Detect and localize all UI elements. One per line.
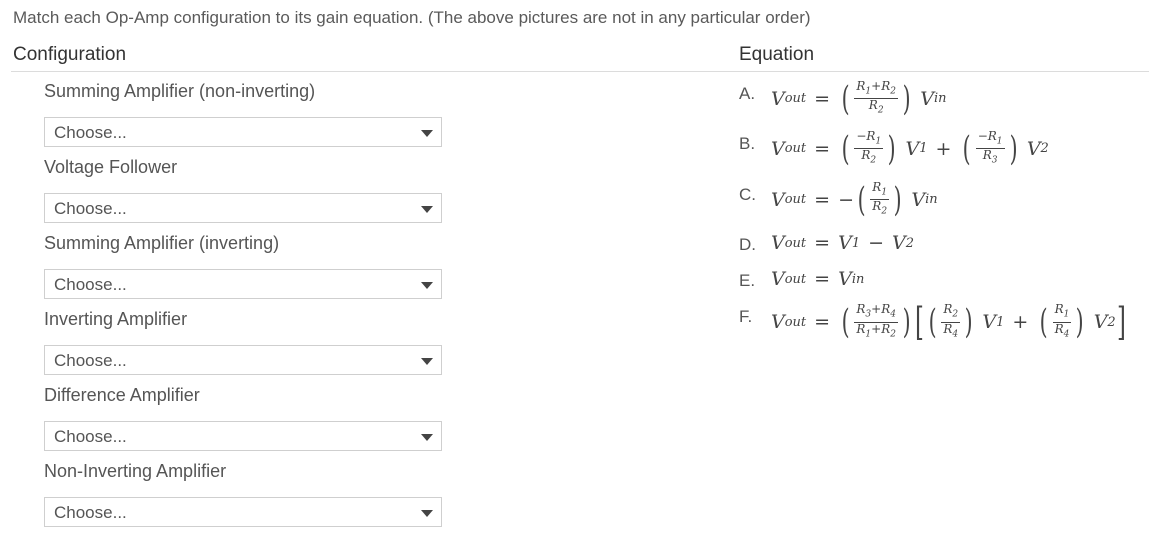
choose-select-voltage-follower[interactable]: Choose... bbox=[44, 193, 442, 223]
dropdown-caret-icon bbox=[421, 510, 433, 517]
equation-letter: F. bbox=[739, 307, 753, 326]
choose-select-difference[interactable]: Choose... bbox=[44, 421, 442, 451]
choose-select-summing-inverting[interactable]: Choose... bbox=[44, 269, 442, 299]
equation-a-formula: Vout = ( R1+R2 R2 ) Vin bbox=[771, 78, 947, 119]
configuration-header: Configuration bbox=[13, 44, 127, 65]
select-value: Choose... bbox=[54, 503, 127, 522]
config-label-summing-inverting: Summing Amplifier (inverting) bbox=[44, 233, 280, 253]
equation-letter: D. bbox=[739, 235, 756, 254]
dropdown-caret-icon bbox=[421, 130, 433, 137]
dropdown-caret-icon bbox=[421, 206, 433, 213]
config-label-voltage-follower: Voltage Follower bbox=[44, 157, 178, 177]
equation-header: Equation bbox=[739, 44, 815, 65]
config-label-summing-noninverting: Summing Amplifier (non-inverting) bbox=[44, 81, 316, 101]
equation-d: D. Vout = V 1− V 2 bbox=[739, 231, 914, 255]
header-divider bbox=[11, 71, 1149, 72]
equation-c: C. Vout = − ( R1 R2 ) Vin bbox=[739, 179, 938, 220]
equation-e: E. Vout = Vin bbox=[739, 267, 864, 291]
select-value: Choose... bbox=[54, 199, 127, 218]
equation-letter: C. bbox=[739, 185, 756, 204]
select-value: Choose... bbox=[54, 427, 127, 446]
choose-select-summing-noninverting[interactable]: Choose... bbox=[44, 117, 442, 147]
config-label-difference: Difference Amplifier bbox=[44, 385, 200, 405]
dropdown-caret-icon bbox=[421, 434, 433, 441]
instruction-text: Match each Op-Amp configuration to its g… bbox=[13, 8, 811, 27]
choose-select-inverting[interactable]: Choose... bbox=[44, 345, 442, 375]
select-value: Choose... bbox=[54, 275, 127, 294]
config-label-noninverting: Non-Inverting Amplifier bbox=[44, 461, 227, 481]
equation-letter: A. bbox=[739, 84, 756, 103]
equation-b: B. Vout = ( −R1 R2 ) V 1 + ( −R1 R3 ) V2 bbox=[739, 128, 1049, 169]
equation-f: F. Vout = ( R3+R4 R1+R2 ) [ ( R2 R4 ) V 1 + (… bbox=[739, 300, 1127, 344]
choose-select-noninverting[interactable]: Choose... bbox=[44, 497, 442, 527]
equation-f-formula: Vout = ( R3+R4 R1+R2 ) [ ( R2 R4 ) V 1 + ( R1… bbox=[771, 300, 1126, 344]
dropdown-caret-icon bbox=[421, 282, 433, 289]
equation-letter: E. bbox=[739, 271, 756, 290]
select-value: Choose... bbox=[54, 351, 127, 370]
select-value: Choose... bbox=[54, 123, 127, 142]
equation-c-formula: Vout = − ( R1 R2 ) Vin bbox=[771, 179, 938, 220]
equation-letter: B. bbox=[739, 134, 756, 153]
config-label-inverting: Inverting Amplifier bbox=[44, 309, 188, 329]
equation-b-formula: Vout = ( −R1 R2 ) V 1 + ( −R1 R3 ) V2 bbox=[771, 128, 1049, 169]
equation-d-formula: Vout = V 1− V 2 bbox=[771, 232, 915, 254]
equation-e-formula: Vout = Vin bbox=[771, 268, 865, 290]
equation-a: A. Vout = ( R1+R2 R2 ) Vin bbox=[739, 78, 947, 119]
dropdown-caret-icon bbox=[421, 358, 433, 365]
